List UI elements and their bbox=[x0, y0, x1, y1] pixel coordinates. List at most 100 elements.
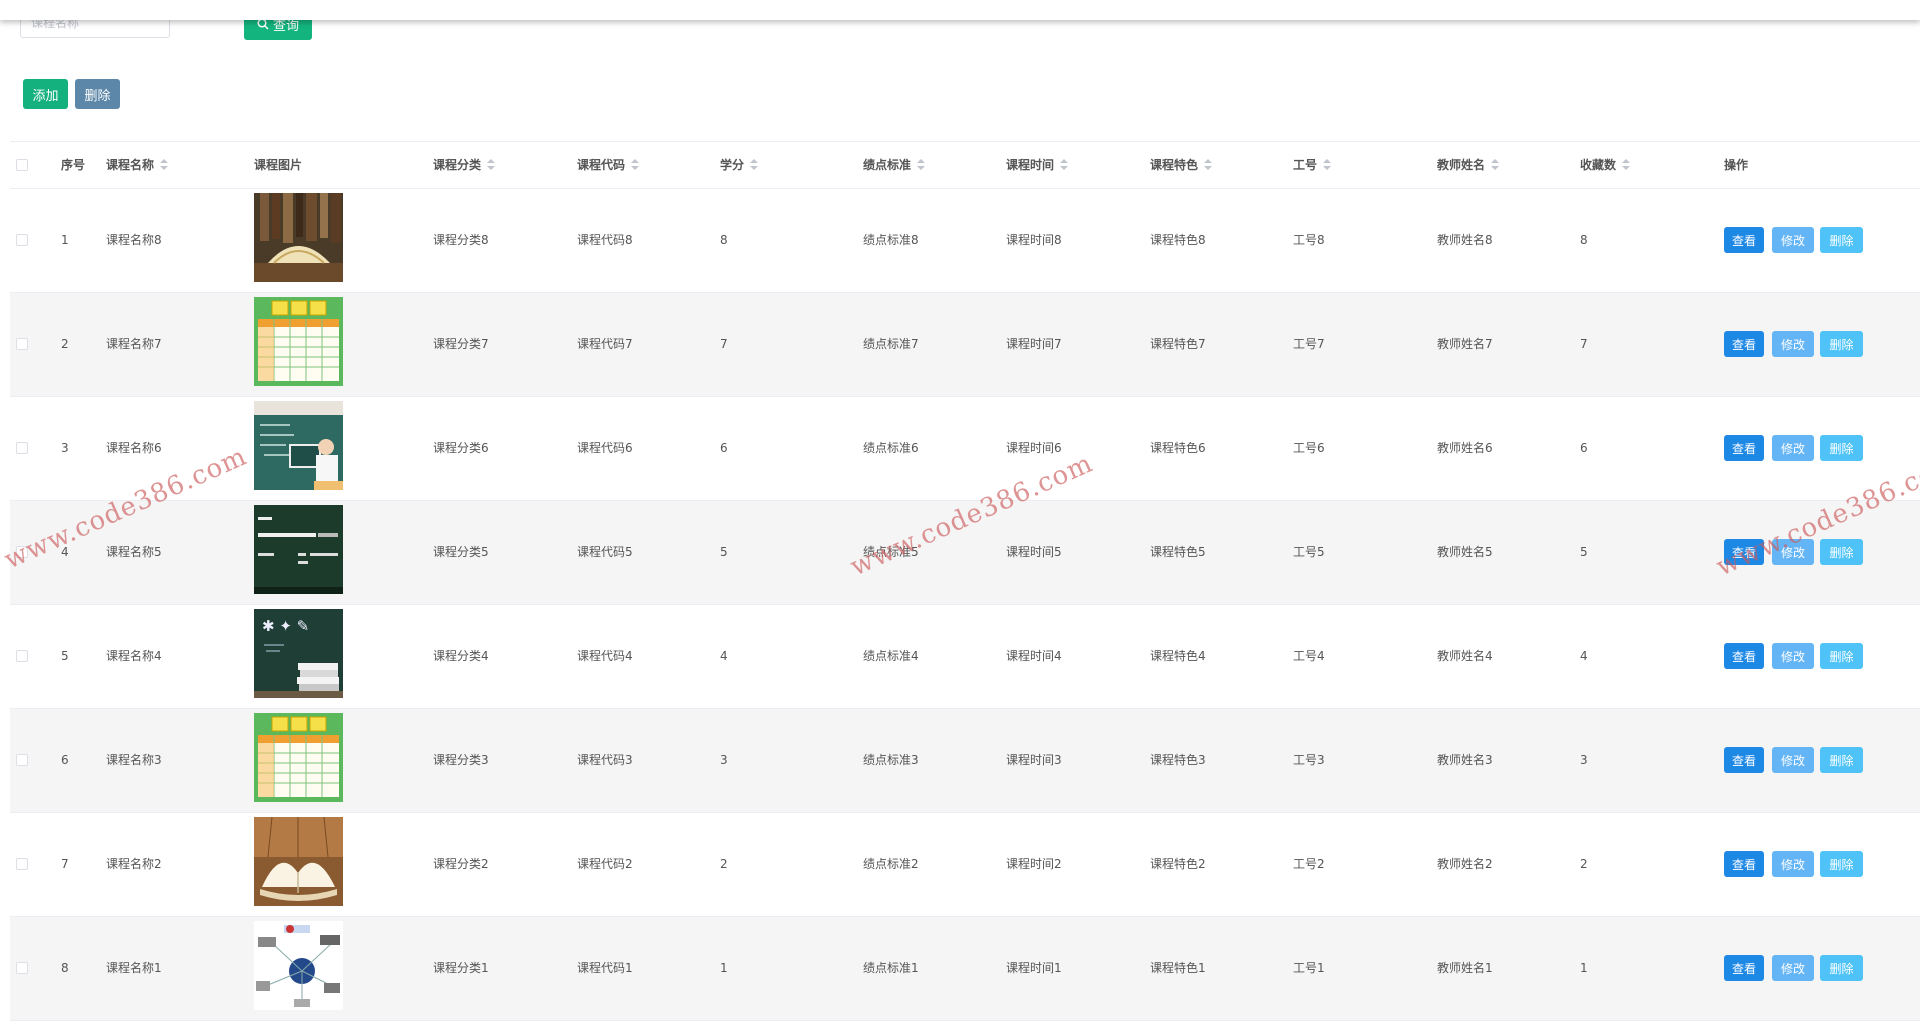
cell-favorites: 3 bbox=[1580, 753, 1588, 767]
cell-time: 课程时间7 bbox=[1006, 337, 1062, 351]
course-image-timetable-graphic bbox=[254, 713, 343, 802]
delete-button[interactable]: 删除 bbox=[1820, 955, 1863, 981]
col-feature-label: 课程特色 bbox=[1150, 158, 1199, 172]
table-row: 3 课程名称6 课程分类6 课程代码6 6 绩点标准6 课程时间6 课程特色6 工号6 教师姓名6… bbox=[10, 397, 1920, 501]
cell-job-no: 工号4 bbox=[1293, 649, 1325, 663]
cell-course-name: 课程名称3 bbox=[106, 753, 162, 767]
edit-button[interactable]: 修改 bbox=[1772, 331, 1814, 357]
sort-icon[interactable] bbox=[1060, 158, 1069, 171]
cell-favorites: 2 bbox=[1580, 857, 1588, 871]
edit-button[interactable]: 修改 bbox=[1772, 851, 1814, 877]
delete-button[interactable]: 删除 bbox=[1820, 643, 1863, 669]
cell-index: 6 bbox=[61, 753, 69, 767]
view-button[interactable]: 查看 bbox=[1724, 643, 1764, 669]
view-button[interactable]: 查看 bbox=[1724, 747, 1764, 773]
cell-time: 课程时间1 bbox=[1006, 961, 1062, 975]
sort-icon[interactable] bbox=[1323, 158, 1332, 171]
row-checkbox[interactable] bbox=[16, 338, 28, 350]
row-checkbox[interactable] bbox=[16, 546, 28, 558]
col-code[interactable]: 课程代码 bbox=[577, 142, 640, 188]
add-button[interactable]: 添加 bbox=[23, 79, 68, 109]
cell-credit: 1 bbox=[720, 961, 728, 975]
batch-delete-button[interactable]: 删除 bbox=[75, 79, 120, 109]
cell-teacher: 教师姓名8 bbox=[1437, 233, 1493, 247]
cell-category: 课程分类8 bbox=[433, 233, 489, 247]
row-checkbox[interactable] bbox=[16, 858, 28, 870]
sort-icon[interactable] bbox=[160, 158, 169, 171]
sort-icon[interactable] bbox=[917, 158, 926, 171]
view-button[interactable]: 查看 bbox=[1724, 539, 1764, 565]
row-checkbox[interactable] bbox=[16, 234, 28, 246]
cell-teacher: 教师姓名6 bbox=[1437, 441, 1493, 455]
col-teacher-label: 教师姓名 bbox=[1437, 158, 1486, 172]
cell-job-no: 工号3 bbox=[1293, 753, 1325, 767]
top-bar bbox=[0, 0, 1920, 20]
cell-job-no: 工号6 bbox=[1293, 441, 1325, 455]
cell-feature: 课程特色3 bbox=[1150, 753, 1206, 767]
delete-button[interactable]: 删除 bbox=[1820, 331, 1863, 357]
col-credit[interactable]: 学分 bbox=[720, 142, 759, 188]
row-checkbox[interactable] bbox=[16, 754, 28, 766]
col-course-name[interactable]: 课程名称 bbox=[106, 142, 169, 188]
edit-button[interactable]: 修改 bbox=[1772, 643, 1814, 669]
sort-icon[interactable] bbox=[1491, 158, 1500, 171]
col-time-label: 课程时间 bbox=[1006, 158, 1055, 172]
cell-category: 课程分类7 bbox=[433, 337, 489, 351]
col-favorites[interactable]: 收藏数 bbox=[1580, 142, 1631, 188]
col-course-name-label: 课程名称 bbox=[106, 158, 155, 172]
col-feature[interactable]: 课程特色 bbox=[1150, 142, 1213, 188]
cell-code: 课程代码2 bbox=[577, 857, 633, 871]
edit-button[interactable]: 修改 bbox=[1772, 955, 1814, 981]
cell-teacher: 教师姓名3 bbox=[1437, 753, 1493, 767]
col-favorites-label: 收藏数 bbox=[1580, 158, 1617, 172]
cell-time: 课程时间4 bbox=[1006, 649, 1062, 663]
delete-button[interactable]: 删除 bbox=[1820, 227, 1863, 253]
edit-button[interactable]: 修改 bbox=[1772, 539, 1814, 565]
cell-teacher: 教师姓名2 bbox=[1437, 857, 1493, 871]
view-button[interactable]: 查看 bbox=[1724, 331, 1764, 357]
cell-job-no: 工号5 bbox=[1293, 545, 1325, 559]
view-button[interactable]: 查看 bbox=[1724, 435, 1764, 461]
cell-category: 课程分类6 bbox=[433, 441, 489, 455]
cell-credit: 3 bbox=[720, 753, 728, 767]
edit-button[interactable]: 修改 bbox=[1772, 435, 1814, 461]
select-all-checkbox[interactable] bbox=[16, 159, 28, 171]
cell-index: 4 bbox=[61, 545, 69, 559]
col-job-no-label: 工号 bbox=[1293, 158, 1318, 172]
col-gpa[interactable]: 绩点标准 bbox=[863, 142, 926, 188]
course-image-slide-screenshot bbox=[254, 505, 343, 594]
edit-button[interactable]: 修改 bbox=[1772, 747, 1814, 773]
row-checkbox[interactable] bbox=[16, 442, 28, 454]
sort-icon[interactable] bbox=[631, 158, 640, 171]
sort-icon[interactable] bbox=[1204, 158, 1213, 171]
col-category[interactable]: 课程分类 bbox=[433, 142, 496, 188]
delete-button[interactable]: 删除 bbox=[1820, 539, 1863, 565]
col-teacher[interactable]: 教师姓名 bbox=[1437, 142, 1500, 188]
cell-teacher: 教师姓名7 bbox=[1437, 337, 1493, 351]
cell-course-name: 课程名称1 bbox=[106, 961, 162, 975]
col-time[interactable]: 课程时间 bbox=[1006, 142, 1069, 188]
sort-icon[interactable] bbox=[487, 158, 496, 171]
cell-index: 2 bbox=[61, 337, 69, 351]
sort-icon[interactable] bbox=[750, 158, 759, 171]
course-image-blackboard-student-photo bbox=[254, 401, 343, 490]
delete-button[interactable]: 删除 bbox=[1820, 747, 1863, 773]
cell-code: 课程代码5 bbox=[577, 545, 633, 559]
view-button[interactable]: 查看 bbox=[1724, 955, 1764, 981]
view-button[interactable]: 查看 bbox=[1724, 851, 1764, 877]
sort-icon[interactable] bbox=[1622, 158, 1631, 171]
cell-index: 1 bbox=[61, 233, 69, 247]
view-button[interactable]: 查看 bbox=[1724, 227, 1764, 253]
cell-job-no: 工号1 bbox=[1293, 961, 1325, 975]
row-checkbox[interactable] bbox=[16, 650, 28, 662]
cell-credit: 4 bbox=[720, 649, 728, 663]
edit-button[interactable]: 修改 bbox=[1772, 227, 1814, 253]
table-row: 4 课程名称5 课程分类5 课程代码5 5 绩点标准5 课程时间5 课程特色5 工号5 教师姓名5… bbox=[10, 501, 1920, 605]
cell-credit: 2 bbox=[720, 857, 728, 871]
row-checkbox[interactable] bbox=[16, 962, 28, 974]
cell-category: 课程分类1 bbox=[433, 961, 489, 975]
col-job-no[interactable]: 工号 bbox=[1293, 142, 1332, 188]
cell-index: 5 bbox=[61, 649, 69, 663]
delete-button[interactable]: 删除 bbox=[1820, 435, 1863, 461]
delete-button[interactable]: 删除 bbox=[1820, 851, 1863, 877]
